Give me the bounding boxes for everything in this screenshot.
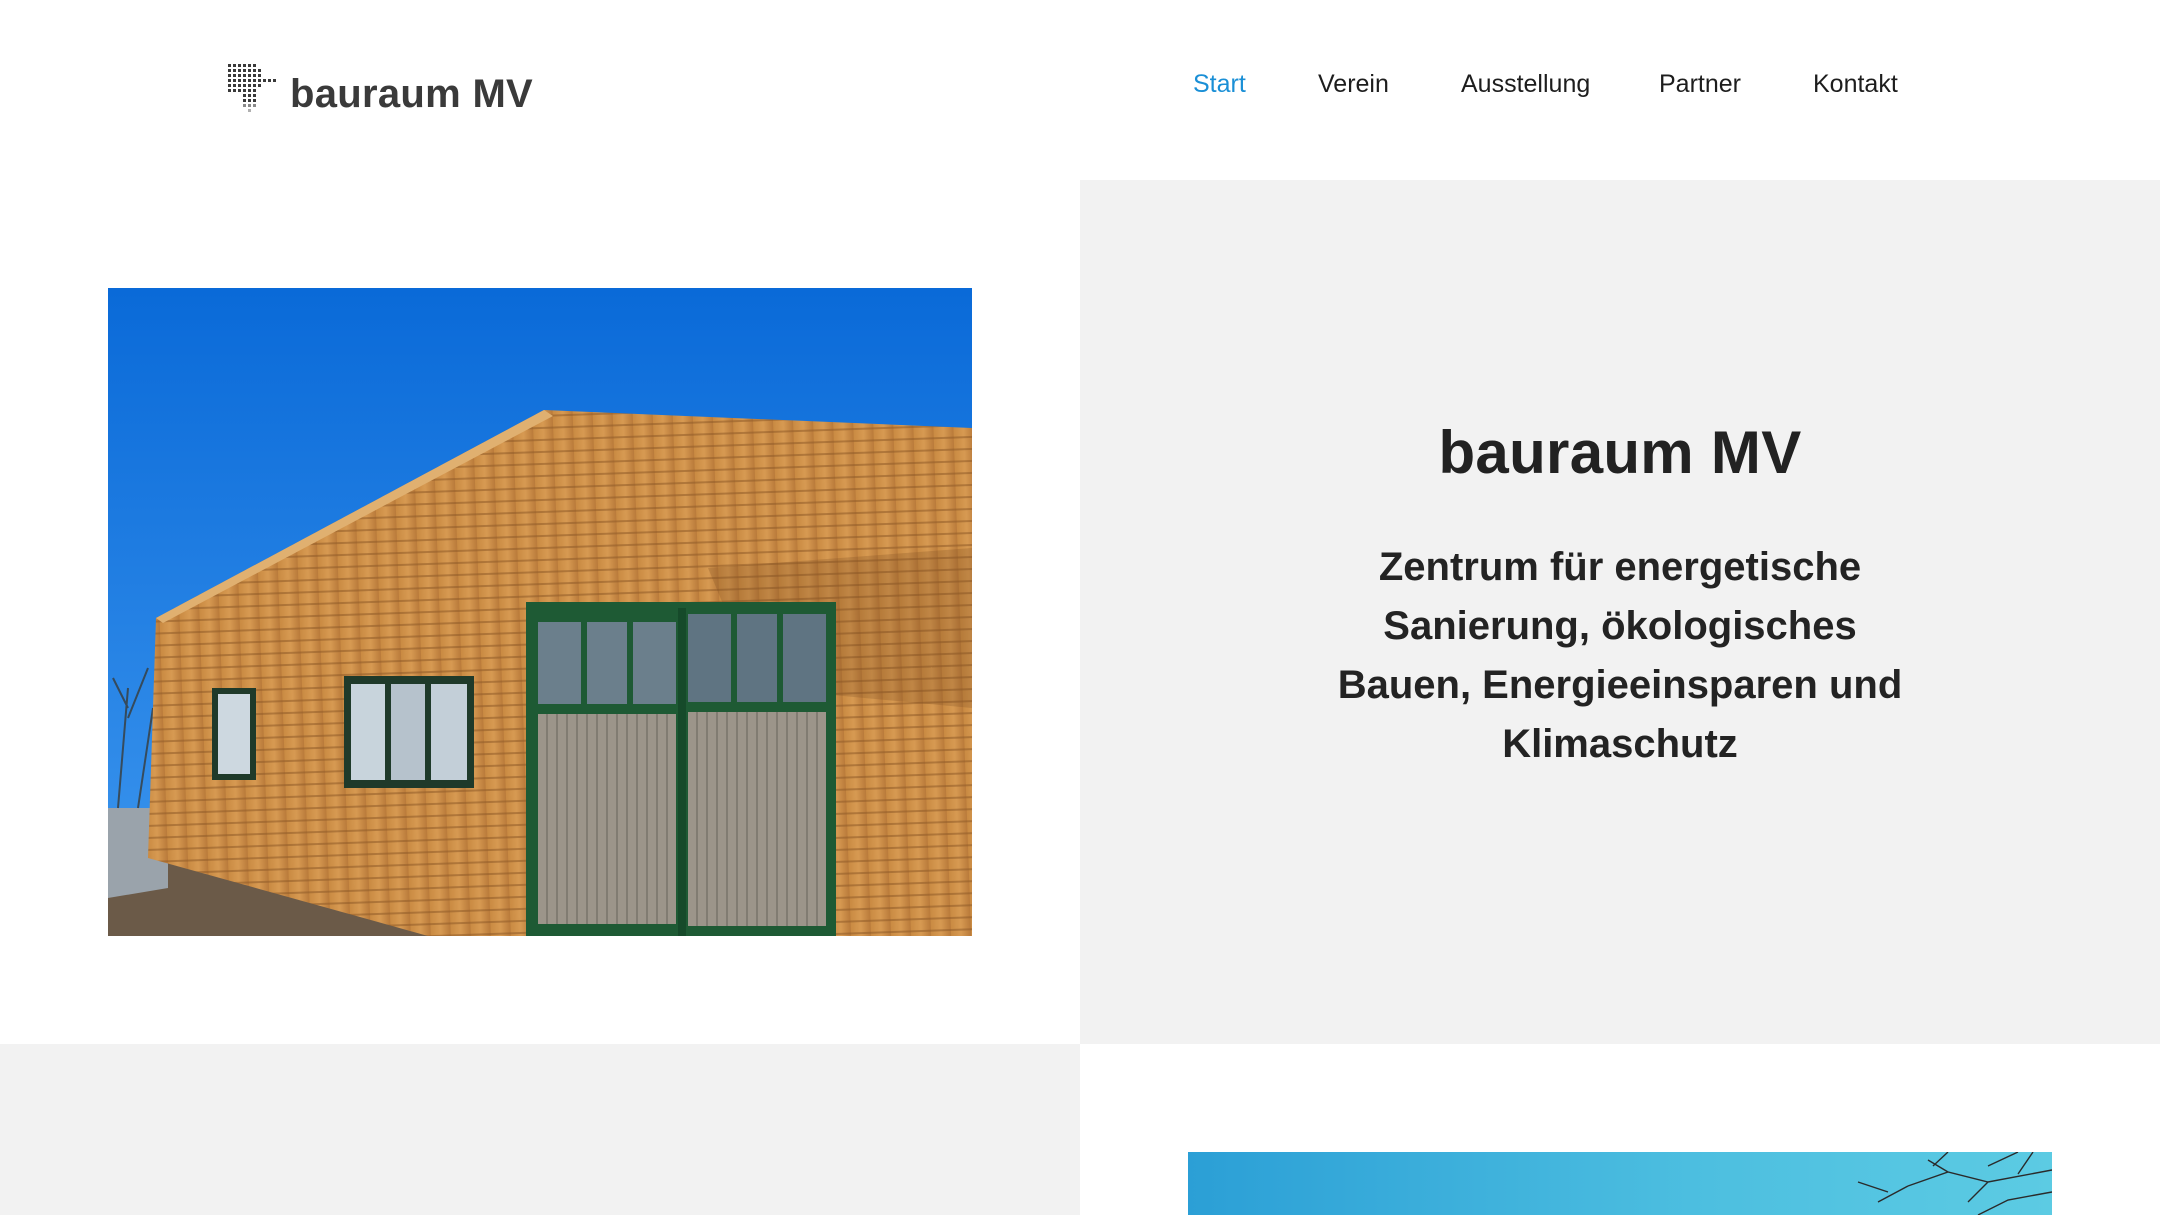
sky-trees-image [1188,1152,2052,1215]
hero-subtitle: Zentrum für energetische Sanierung, ökol… [1337,545,1903,766]
section-2-panel [0,1044,1080,1215]
hero-title: bauraum MV [1438,419,1802,486]
logo-text: bauraum MV [290,71,534,116]
hero-panel: bauraum MV Zentrum für energetische Sani… [1080,180,2160,1044]
nav-item-verein[interactable]: Verein [1318,70,1389,99]
nav-item-ausstellung[interactable]: Ausstellung [1461,70,1590,99]
site-logo[interactable]: bauraum MV [228,62,533,118]
logo-dot-grid-icon [228,64,276,112]
wooden-hall-image [108,288,972,936]
nav-item-partner[interactable]: Partner [1659,70,1741,99]
nav-item-start[interactable]: Start [1193,70,1246,99]
site-header: bauraum MV Start Verein Ausstellung Part… [0,0,2160,180]
nav-item-kontakt[interactable]: Kontakt [1813,70,1898,99]
